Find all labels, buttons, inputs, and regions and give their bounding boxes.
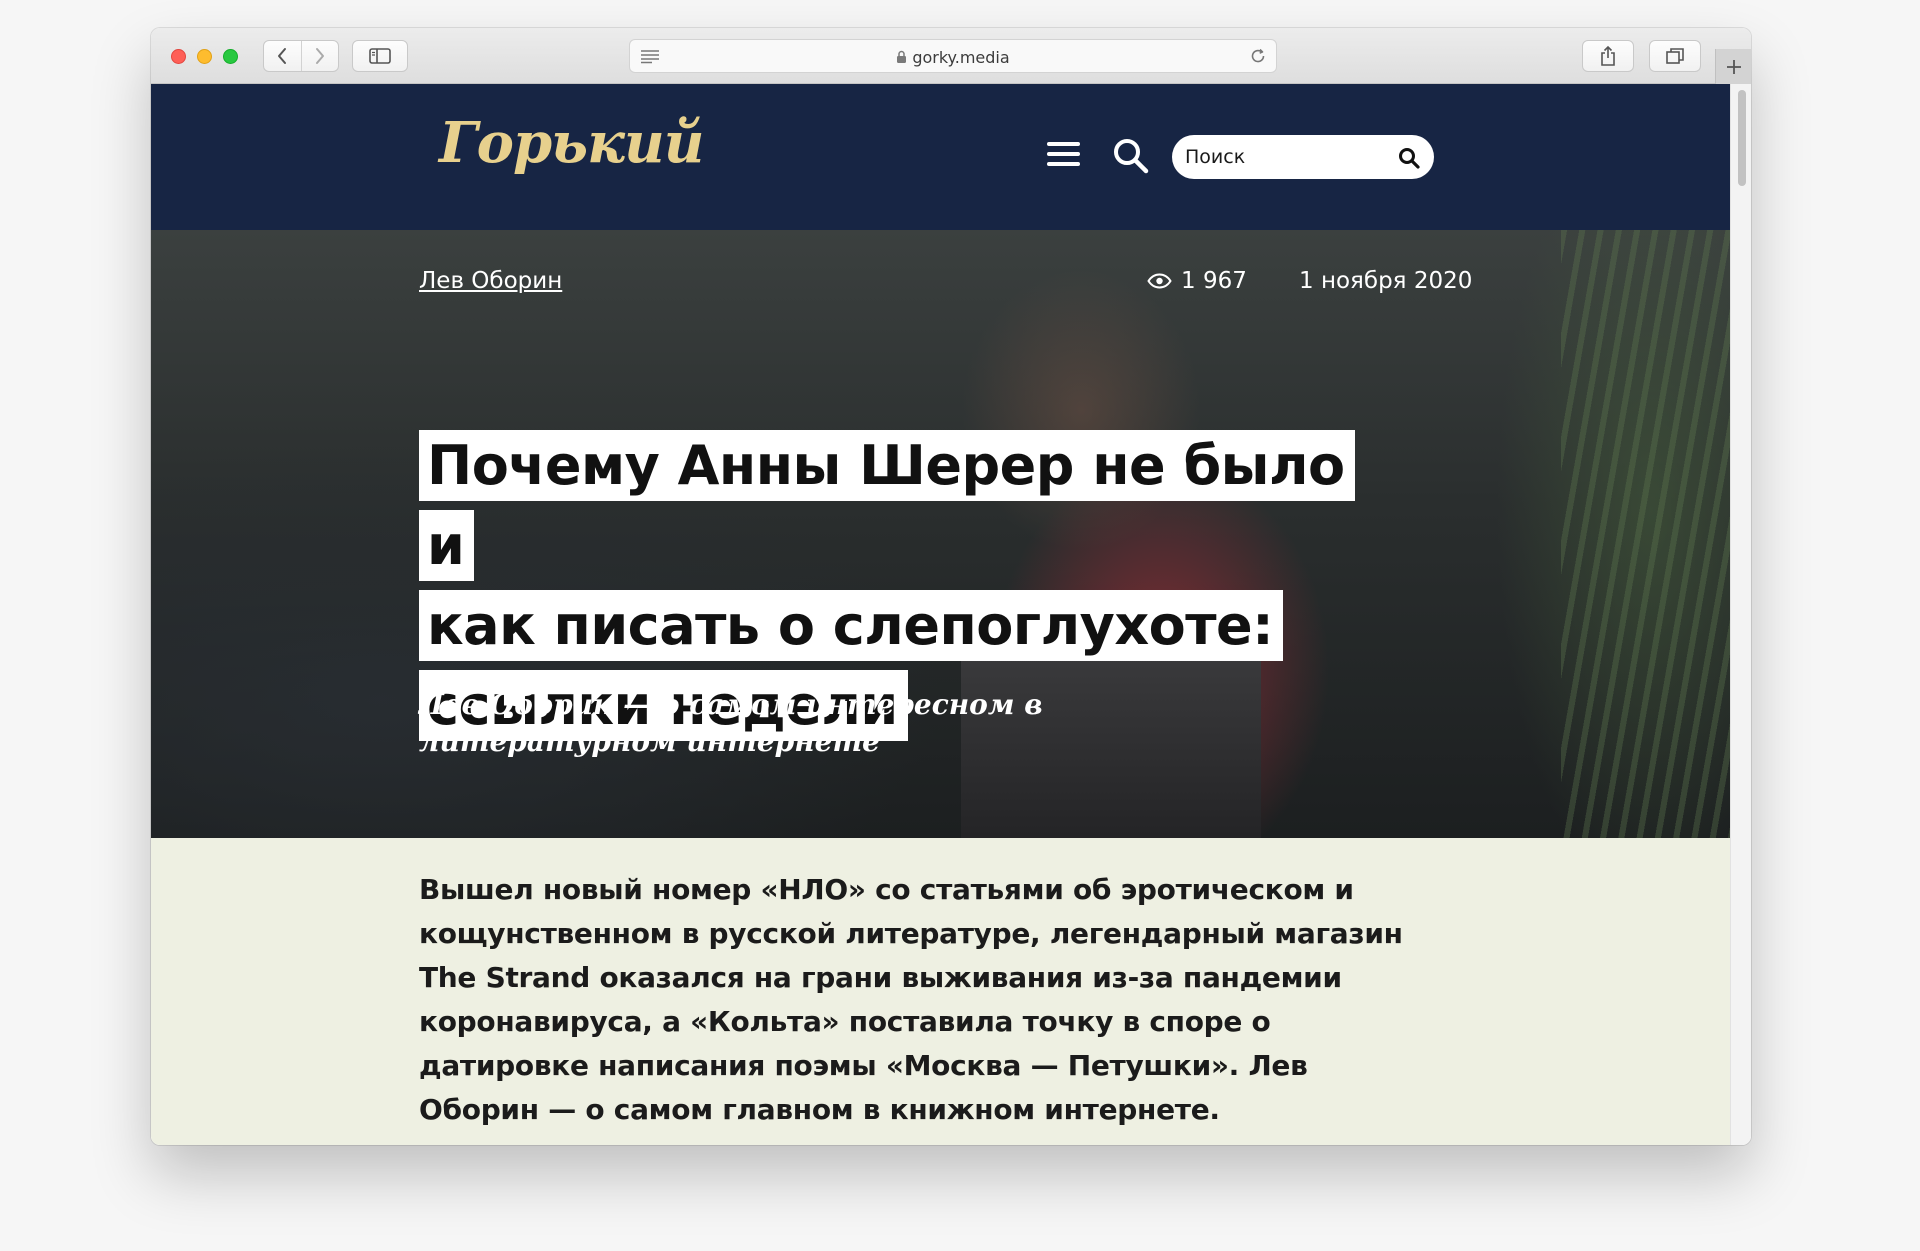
reload-icon[interactable] [1249,47,1267,65]
sidebar-icon [369,48,391,64]
scrollbar-thumb[interactable] [1738,90,1746,186]
menu-button[interactable] [1047,142,1080,172]
close-window-button[interactable] [171,49,186,64]
page-scrollbar[interactable] [1730,84,1751,1145]
search-icon[interactable] [1111,136,1151,176]
search-field [1172,135,1434,179]
hamburger-icon-line [1047,142,1080,146]
chevron-right-icon [315,48,324,64]
address-bar[interactable]: gorky.media [629,39,1277,73]
forward-button[interactable] [300,41,339,71]
show-tabs-button[interactable] [1649,40,1701,72]
hero-plant-shape [1561,230,1730,838]
site-logo[interactable]: Горький [439,115,704,171]
back-button[interactable] [264,41,301,71]
view-count: 1 967 [1147,268,1247,294]
article-lead: Лев Оборин — о самом интересном в литера… [419,688,1043,758]
search-input[interactable] [1185,135,1385,179]
page-viewport: Горький Лев Оборин 1 967 1 ноября 2020 [151,84,1751,1145]
article-hero: Лев Оборин 1 967 1 ноября 2020 Почему Ан… [151,230,1730,838]
browser-toolbar: gorky.media [151,28,1751,85]
minimize-window-button[interactable] [197,49,212,64]
publish-date: 1 ноября 2020 [1299,268,1473,294]
maximize-window-button[interactable] [223,49,238,64]
browser-window: gorky.media Горький Поиск Лев Оборин 1 9… [151,28,1751,1145]
url-text: gorky.media [912,48,1010,67]
eye-icon [1147,273,1172,289]
sidebar-toggle-button[interactable] [352,40,408,72]
share-button[interactable] [1582,40,1634,72]
tabs-icon [1666,48,1684,64]
article-title-line: Почему Анны Шерер не было и [419,430,1355,581]
url-display[interactable]: gorky.media [630,48,1276,67]
chevron-left-icon [278,48,287,64]
view-count-value: 1 967 [1181,268,1247,294]
author-link[interactable]: Лев Оборин [419,268,562,294]
share-icon [1601,45,1615,66]
article-title-line: как писать о слепоглухоте: [419,590,1284,661]
plus-icon [1726,60,1741,74]
lock-icon [897,50,907,63]
site-header: Горький [151,84,1730,230]
navigation-buttons [263,40,339,72]
new-tab-button[interactable] [1715,49,1751,85]
intro-paragraph: Вышел новый номер «НЛО» со статьями об э… [419,873,1403,1126]
hamburger-icon-line [1047,152,1080,156]
hamburger-icon-line [1047,162,1080,166]
search-submit-icon[interactable] [1398,147,1420,169]
article-intro: Вышел новый номер «НЛО» со статьями об э… [151,838,1730,1145]
